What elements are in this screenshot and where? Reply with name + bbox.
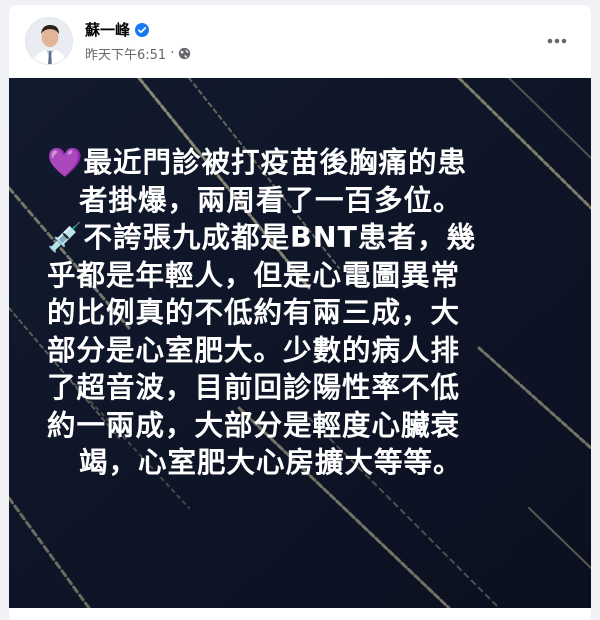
post-footer-edge xyxy=(9,608,591,620)
text-line-4: 乎都是年輕人，但是心電圖異常 xyxy=(47,258,461,292)
text-line-8: 約一兩成，大部分是輕度心臟衰 xyxy=(47,408,461,442)
post-card: 蘇一峰 昨天下午6:51 · 💜最近門診被打疫苗後胸痛的患 者掛爆，兩周看了一百… xyxy=(9,5,591,620)
post-image-text: 💜最近門診被打疫苗後胸痛的患 者掛爆，兩周看了一百多位。 💉不誇張九成都是BNT… xyxy=(47,144,557,482)
text-line-5: 的比例真的不低約有兩三成，大 xyxy=(47,296,461,329)
text-line-7: 了超音波，目前回診陽性率不低 xyxy=(47,371,461,404)
text-line-3: 💉不誇張九成都是BNT患者，幾 xyxy=(47,221,477,254)
text-line-9: 竭，心室肥大心房擴大等等。 xyxy=(79,446,463,479)
post-timestamp[interactable]: 昨天下午6:51 xyxy=(85,44,166,63)
post-image[interactable]: 💜最近門診被打疫苗後胸痛的患 者掛爆，兩周看了一百多位。 💉不誇張九成都是BNT… xyxy=(9,78,591,608)
text-line-2: 者掛爆，兩周看了一百多位。 xyxy=(79,183,463,217)
text-line-1: 💜最近門診被打疫苗後胸痛的患 xyxy=(47,146,467,179)
avatar-image xyxy=(26,18,72,64)
verified-badge-icon xyxy=(135,22,150,37)
globe-icon[interactable] xyxy=(178,47,191,60)
post-header: 蘇一峰 昨天下午6:51 · xyxy=(9,5,591,77)
avatar[interactable] xyxy=(25,17,73,65)
more-options-button[interactable] xyxy=(539,23,575,59)
meta-separator: · xyxy=(170,46,175,61)
text-line-6: 部分是心室肥大。少數的病人排 xyxy=(47,333,461,367)
more-options-icon xyxy=(547,38,567,44)
author-name[interactable]: 蘇一峰 xyxy=(85,19,130,40)
